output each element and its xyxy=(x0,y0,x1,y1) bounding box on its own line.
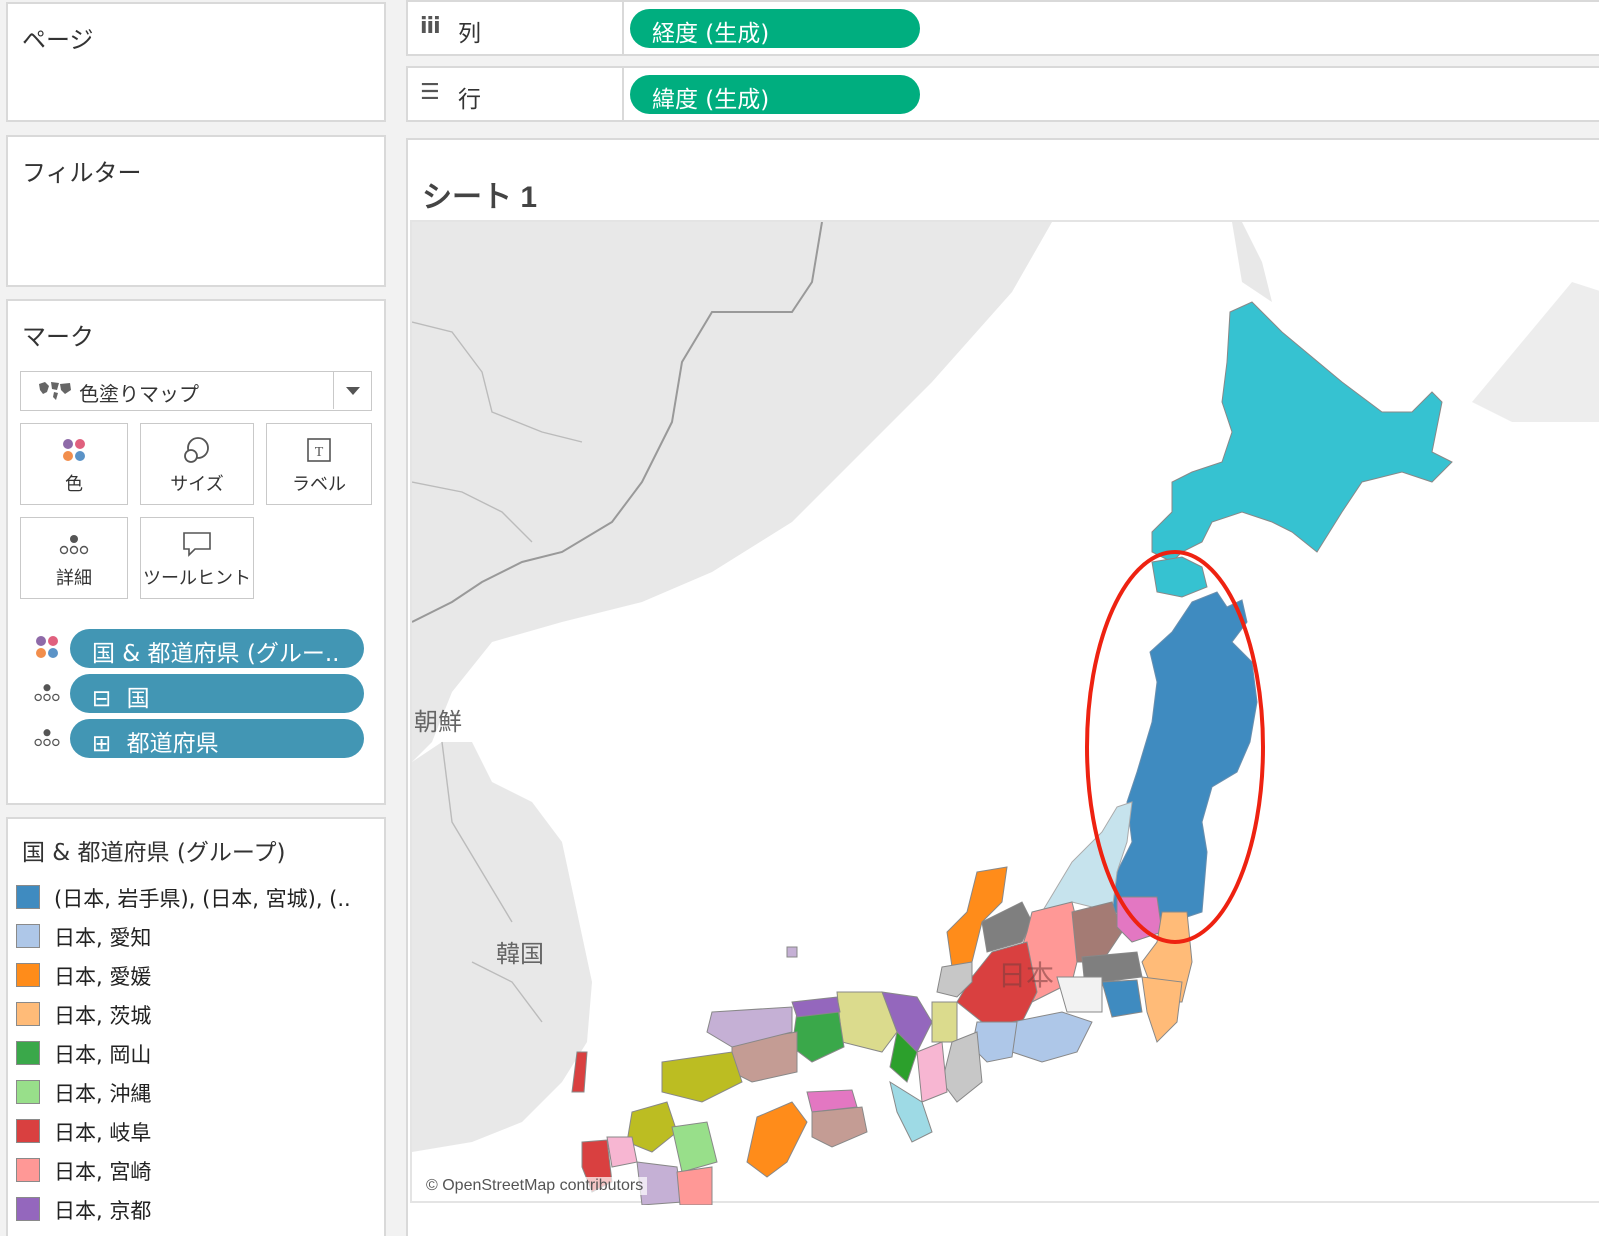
map-canvas[interactable]: 朝鮮 韓国 日本 © OpenStreetMap contributors xyxy=(410,220,1599,1205)
legend-swatch xyxy=(16,1041,40,1065)
latitude-pill[interactable]: 緯度 (生成) xyxy=(630,75,920,114)
detail-button[interactable]: 詳細 xyxy=(20,517,128,599)
filters-card-title: フィルター xyxy=(22,159,142,187)
japan-map-label: 日本 xyxy=(998,959,1055,992)
east-land xyxy=(1472,282,1599,422)
size-button[interactable]: サイズ xyxy=(140,423,254,505)
rows-icon: ☰ xyxy=(420,80,440,105)
columns-shelf-text: 列 xyxy=(458,21,481,47)
oki-island xyxy=(786,946,798,958)
legend-title: 国 & 都道府県 (グループ) xyxy=(22,840,286,866)
country-field-label: 国 xyxy=(126,686,150,712)
legend-label: 日本, 京都 xyxy=(54,1199,152,1223)
gunma-region xyxy=(1071,901,1123,963)
shiga-region xyxy=(931,1001,958,1043)
tohoku-region xyxy=(1111,591,1258,923)
saga-region xyxy=(606,1136,638,1168)
color-button[interactable]: 色 xyxy=(20,423,128,505)
sakhalin-land xyxy=(1232,222,1272,302)
size-circles-icon xyxy=(141,436,253,466)
ehime-region xyxy=(746,1101,808,1178)
yamanashi-region xyxy=(1056,976,1103,1013)
shizuoka-region xyxy=(1011,1011,1093,1063)
legend-swatch xyxy=(16,1158,40,1182)
legend-swatch xyxy=(16,1197,40,1221)
legend-label: (日本, 岩手県), (日本, 宮城), (.. xyxy=(54,887,351,911)
rows-shelf-label: ☰ 行 xyxy=(408,68,624,120)
tooltip-button[interactable]: ツールヒント xyxy=(140,517,254,599)
sheet-title: シート 1 xyxy=(422,181,538,214)
fukuoka-region xyxy=(626,1101,678,1153)
longitude-pill[interactable]: 経度 (生成) xyxy=(630,9,920,48)
color-dots-icon xyxy=(36,636,58,658)
detail-button-label: 詳細 xyxy=(56,568,92,589)
legend-label: 日本, 愛知 xyxy=(54,926,152,950)
legend-swatch xyxy=(16,924,40,948)
tokushima-region xyxy=(811,1106,868,1148)
north-korea-map-label: 朝鮮 xyxy=(414,708,462,736)
yamaguchi-region xyxy=(661,1051,743,1103)
marks-card: マーク 色塗りマップ 色 サイズ T ラベル 詳細 ツールヒント 国 & 都道府… xyxy=(6,299,386,805)
size-button-label: サイズ xyxy=(170,474,224,495)
pages-card-title: ページ xyxy=(22,26,94,54)
hokkaido-south-region xyxy=(1151,556,1208,598)
filters-card[interactable]: フィルター xyxy=(6,135,386,287)
mark-type-label: 色塗りマップ xyxy=(79,382,199,406)
color-button-label: 色 xyxy=(65,474,83,495)
label-button-label: ラベル xyxy=(292,474,346,495)
mark-type-dropdown[interactable]: 色塗りマップ xyxy=(20,371,372,411)
legend-label: 日本, 沖縄 xyxy=(54,1082,152,1106)
color-dots-icon xyxy=(21,436,127,466)
detail-dots-icon xyxy=(34,684,60,702)
nara-region xyxy=(916,1041,948,1103)
legend-label: 日本, 愛媛 xyxy=(54,965,152,989)
expand-toggle-icon[interactable]: ⊞ xyxy=(92,731,111,757)
tokyo-region xyxy=(1101,979,1143,1018)
columns-shelf-label: iii 列 xyxy=(408,2,624,54)
tooltip-button-label: ツールヒント xyxy=(143,568,251,589)
legend-label: 日本, 岐阜 xyxy=(54,1121,152,1145)
svg-text:T: T xyxy=(315,445,324,460)
marks-card-title: マーク xyxy=(22,323,94,351)
legend-label: 日本, 宮崎 xyxy=(54,1160,152,1184)
detail-dots-icon xyxy=(21,530,127,560)
legend-swatch xyxy=(16,1119,40,1143)
label-button[interactable]: T ラベル xyxy=(266,423,372,505)
map-svg[interactable] xyxy=(412,222,1599,1205)
legend-label: 日本, 茨城 xyxy=(54,1004,152,1028)
mainland-land xyxy=(412,222,1052,762)
filled-map-icon xyxy=(39,382,71,400)
prefecture-detail-pill[interactable]: ⊞ 都道府県 xyxy=(70,719,364,758)
prefecture-field-label: 都道府県 xyxy=(126,731,219,757)
chevron-down-icon[interactable] xyxy=(333,372,371,409)
chiba-region xyxy=(1141,976,1183,1043)
hokkaido-region xyxy=(1151,301,1453,563)
rows-shelf-text: 行 xyxy=(458,87,481,113)
legend-swatch xyxy=(16,885,40,909)
columns-icon: iii xyxy=(420,14,441,39)
legend-label: 日本, 岡山 xyxy=(54,1043,152,1067)
oita-region xyxy=(671,1121,718,1173)
columns-shelf[interactable]: iii 列 経度 (生成) xyxy=(406,0,1599,56)
viz-view: シート 1 朝鮮 韓国 日本 © OpenStreetMap contribut… xyxy=(406,138,1599,1236)
color-legend-card: 国 & 都道府県 (グループ) (日本, 岩手県), (日本, 宮城), (..… xyxy=(6,817,386,1236)
tooltip-bubble-icon xyxy=(141,530,253,560)
collapse-toggle-icon[interactable]: ⊟ xyxy=(92,686,111,712)
color-field-pill[interactable]: 国 & 都道府県 (グルー.. xyxy=(70,629,364,668)
pages-card: ページ xyxy=(6,2,386,122)
south-korea-map-label: 韓国 xyxy=(496,940,544,968)
miyazaki-region xyxy=(676,1166,713,1205)
text-label-icon: T xyxy=(267,436,371,466)
rows-shelf[interactable]: ☰ 行 緯度 (生成) xyxy=(406,66,1599,122)
map-attribution[interactable]: © OpenStreetMap contributors xyxy=(422,1177,648,1195)
detail-dots-icon xyxy=(34,729,60,747)
legend-swatch xyxy=(16,1002,40,1026)
country-detail-pill[interactable]: ⊟ 国 xyxy=(70,674,364,713)
legend-swatch xyxy=(16,1080,40,1104)
legend-swatch xyxy=(16,963,40,987)
